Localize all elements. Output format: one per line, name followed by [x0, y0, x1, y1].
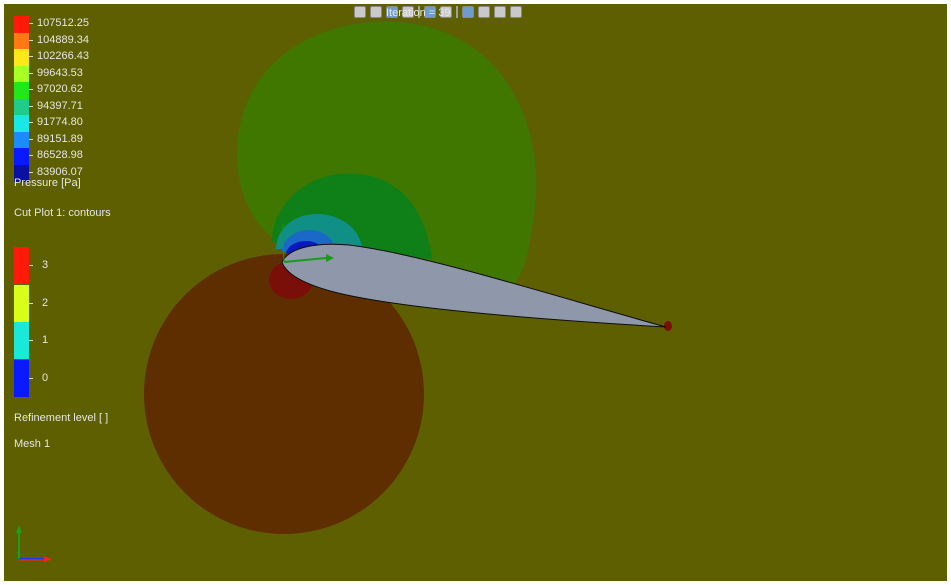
- refinement-legend-row: 3: [14, 247, 74, 284]
- pressure-legend-row: 102266.43: [14, 49, 214, 66]
- legend-color-swatch: [14, 148, 29, 165]
- legend-value-label: 107512.25: [37, 17, 89, 29]
- legend-tick: [29, 265, 33, 266]
- legend-value-label: 86528.98: [37, 149, 83, 161]
- pressure-legend-row: 86528.98: [14, 148, 214, 165]
- zoom-fit-button[interactable]: [354, 6, 366, 18]
- legend-tick: [29, 39, 33, 41]
- refinement-legend-title: Refinement level [ ]: [14, 412, 109, 424]
- legend-color-swatch: [14, 65, 29, 83]
- legend-tick: [29, 89, 33, 90]
- legend-tick: [29, 122, 33, 123]
- legend-value-label: 102266.43: [37, 50, 89, 62]
- pressure-legend-row: 91774.80: [14, 115, 214, 132]
- trailing-edge-marker: [664, 321, 672, 331]
- legend-value-label: 97020.62: [37, 83, 83, 95]
- refinement-legend-row: 0: [14, 359, 74, 397]
- legend-color-swatch: [14, 322, 29, 359]
- pressure-legend-row: 104889.34: [14, 32, 214, 50]
- pressure-legend-row: 89151.89: [14, 131, 214, 149]
- legend-tick: [29, 105, 33, 107]
- pressure-legend-row: 94397.71: [14, 98, 214, 116]
- graphics-viewport[interactable]: Iteration = 39 107512.25 104889.34 102266.…: [4, 4, 947, 581]
- legend-value-label: 94397.71: [37, 99, 83, 112]
- legend-value-label: 91774.80: [37, 116, 83, 128]
- zoom-area-button[interactable]: [370, 6, 382, 18]
- legend-color-swatch: [14, 98, 29, 116]
- legend-tick: [29, 155, 33, 156]
- legend-value-label: 3: [42, 259, 49, 271]
- legend-value-label: 99643.53: [37, 66, 83, 79]
- legend-value-label: 104889.34: [37, 33, 89, 46]
- pressure-legend-row: 99643.53: [14, 65, 214, 83]
- mesh-label: Mesh 1: [14, 438, 51, 450]
- legend-value-label: 2: [42, 296, 49, 309]
- legend-color-swatch: [14, 32, 29, 50]
- global-axes-indicator: [16, 525, 52, 562]
- legend-value-label: 83906.07: [37, 165, 83, 178]
- legend-color-swatch: [14, 16, 29, 33]
- view-settings-button[interactable]: [510, 6, 522, 18]
- legend-tick: [29, 138, 33, 140]
- pressure-legend-title: Pressure [Pa]: [14, 177, 81, 189]
- toolbar-divider: [456, 6, 458, 18]
- pressure-legend-row: 107512.25: [14, 16, 214, 33]
- pressure-legend-row: 97020.62: [14, 82, 214, 99]
- legend-color-swatch: [14, 49, 29, 66]
- legend-color-swatch: [14, 115, 29, 132]
- legend-tick: [29, 171, 33, 173]
- iteration-counter: Iteration = 39: [386, 7, 451, 19]
- legend-value-label: 1: [42, 334, 49, 346]
- legend-tick: [29, 377, 33, 379]
- legend-color-swatch: [14, 82, 29, 99]
- legend-color-swatch: [14, 247, 29, 284]
- legend-tick: [29, 302, 33, 304]
- legend-color-swatch: [14, 131, 29, 149]
- legend-tick: [29, 340, 33, 341]
- refinement-legend-row: 1: [14, 322, 74, 359]
- apply-scene-button[interactable]: [494, 6, 506, 18]
- cut-plot-label: Cut Plot 1: contours: [14, 207, 111, 219]
- legend-tick: [29, 56, 33, 57]
- legend-tick: [29, 72, 33, 74]
- legend-tick: [29, 23, 33, 24]
- refinement-legend-row: 2: [14, 284, 74, 322]
- legend-color-swatch: [14, 284, 29, 322]
- hide-show-button[interactable]: [462, 6, 474, 18]
- legend-color-swatch: [14, 359, 29, 397]
- legend-value-label: 89151.89: [37, 132, 83, 145]
- legend-value-label: 0: [42, 371, 49, 384]
- edit-appearance-button[interactable]: [478, 6, 490, 18]
